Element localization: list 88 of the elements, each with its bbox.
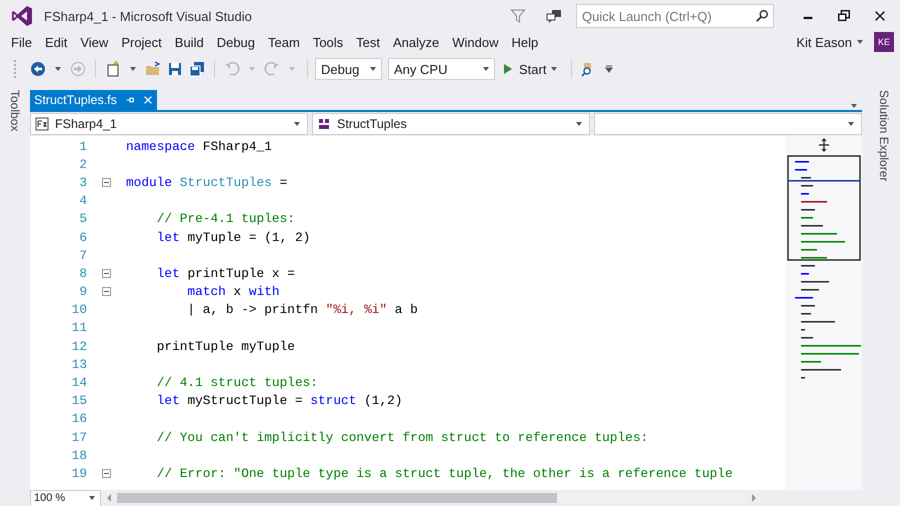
visual-studio-logo-icon — [10, 4, 34, 28]
code-line: let myTuple = (1, 2) — [156, 230, 310, 245]
caret-icon — [369, 65, 377, 73]
configuration-dropdown[interactable]: Debug — [315, 58, 382, 80]
tab-list-caret-icon[interactable] — [850, 102, 858, 110]
platform-dropdown[interactable]: Any CPU — [388, 58, 495, 80]
solution-explorer-tab[interactable]: Solution Explorer — [877, 90, 891, 182]
menu-item[interactable]: Team — [263, 34, 308, 50]
close-icon[interactable] — [873, 9, 887, 23]
caret-icon — [293, 120, 301, 128]
caret-icon — [550, 65, 558, 73]
user-avatar[interactable]: KE — [874, 32, 894, 52]
line-number: 7 — [78, 248, 87, 263]
caret-icon — [847, 120, 855, 128]
fsharp-file-icon — [35, 117, 49, 131]
collapse-icon[interactable] — [102, 287, 111, 296]
line-number: 16 — [70, 411, 87, 426]
window-title: FSharp4_1 - Microsoft Visual Studio — [44, 8, 252, 24]
menu-item[interactable]: Debug — [212, 34, 264, 50]
line-number: 1 — [78, 138, 87, 154]
line-number: 8 — [78, 266, 87, 281]
menu-item[interactable]: Test — [351, 34, 388, 50]
search-icon — [755, 9, 769, 23]
line-number: 10 — [70, 302, 87, 318]
open-folder-icon[interactable] — [145, 61, 161, 77]
pin-icon[interactable] — [124, 95, 135, 105]
collapse-icon[interactable] — [102, 178, 111, 187]
caret-icon[interactable] — [129, 65, 137, 73]
code-line: // Error: "One tuple type is a struct tuple, the other is a reference tuple — [156, 466, 733, 481]
line-number: 9 — [78, 284, 87, 300]
start-button[interactable]: Start — [501, 62, 564, 76]
menu-item[interactable]: Window — [447, 34, 507, 50]
code-line: let myStructTuple = struct (1,2) — [156, 393, 402, 408]
menu-item[interactable]: View — [75, 34, 116, 50]
module-icon — [317, 117, 331, 131]
code-line: | a, b -> printfn "%i, %i" a b — [186, 302, 418, 318]
back-icon[interactable] — [30, 61, 46, 77]
menu-item[interactable]: Edit — [40, 34, 76, 50]
line-number: 14 — [70, 375, 87, 390]
caret-icon — [88, 494, 96, 502]
caret-icon — [856, 38, 864, 46]
line-number: 2 — [78, 156, 87, 172]
line-number: 13 — [70, 356, 87, 372]
menu-item[interactable]: Help — [506, 34, 546, 50]
menu-item[interactable]: File — [6, 34, 40, 50]
caret-icon — [482, 65, 490, 73]
collapse-icon[interactable] — [102, 468, 111, 478]
line-number: 11 — [70, 320, 87, 336]
save-icon[interactable] — [167, 61, 183, 77]
line-number: 3 — [78, 174, 87, 190]
line-number: 19 — [70, 466, 87, 481]
line-number: 5 — [78, 211, 87, 226]
collapse-icon[interactable] — [102, 268, 111, 278]
line-number: 4 — [78, 193, 87, 208]
line-number: 15 — [70, 393, 87, 408]
code-line: // 4.1 struct tuples: — [156, 375, 318, 390]
line-number: 18 — [70, 448, 87, 463]
feedback-icon[interactable] — [546, 8, 562, 24]
play-icon — [503, 63, 513, 75]
menu-item[interactable]: Build — [170, 34, 212, 50]
code-line: module StructTuples = — [126, 174, 288, 190]
zoom-dropdown[interactable]: 100 % — [30, 490, 101, 506]
project-dropdown[interactable]: FSharp4_1 — [30, 113, 308, 135]
code-line: match x with — [186, 284, 280, 300]
document-tab[interactable]: StructTuples.fs — [30, 90, 157, 110]
restore-icon[interactable] — [837, 9, 851, 23]
line-number: 6 — [78, 230, 87, 245]
caret-icon[interactable] — [54, 65, 62, 73]
caret-icon — [575, 120, 583, 128]
filter-icon[interactable] — [510, 8, 526, 24]
code-line: // You can't implicitly convert from struct to reference tuples: — [156, 430, 648, 445]
line-number: 12 — [70, 338, 87, 354]
module-dropdown[interactable]: StructTuples — [312, 113, 590, 135]
splitter-icon[interactable] — [817, 138, 831, 152]
new-project-icon[interactable] — [105, 61, 121, 77]
menu-item[interactable]: Analyze — [388, 34, 448, 50]
overflow-icon[interactable] — [605, 65, 614, 73]
code-line: printTuple myTuple — [156, 338, 295, 354]
quick-launch-field[interactable]: Quick Launch (Ctrl+Q) — [576, 4, 774, 28]
user-name[interactable]: Kit Eason — [796, 34, 852, 50]
code-line: namespace FSharp4_1 — [126, 138, 272, 154]
line-number: 17 — [70, 430, 87, 445]
menu-item[interactable]: Tools — [308, 34, 352, 50]
menu-item[interactable]: Project — [116, 34, 170, 50]
code-line: // Pre-4.1 tuples: — [156, 211, 295, 226]
code-line: let printTuple x = — [156, 266, 295, 281]
toolbox-tab[interactable]: Toolbox — [8, 90, 22, 132]
save-all-icon[interactable] — [189, 61, 205, 77]
